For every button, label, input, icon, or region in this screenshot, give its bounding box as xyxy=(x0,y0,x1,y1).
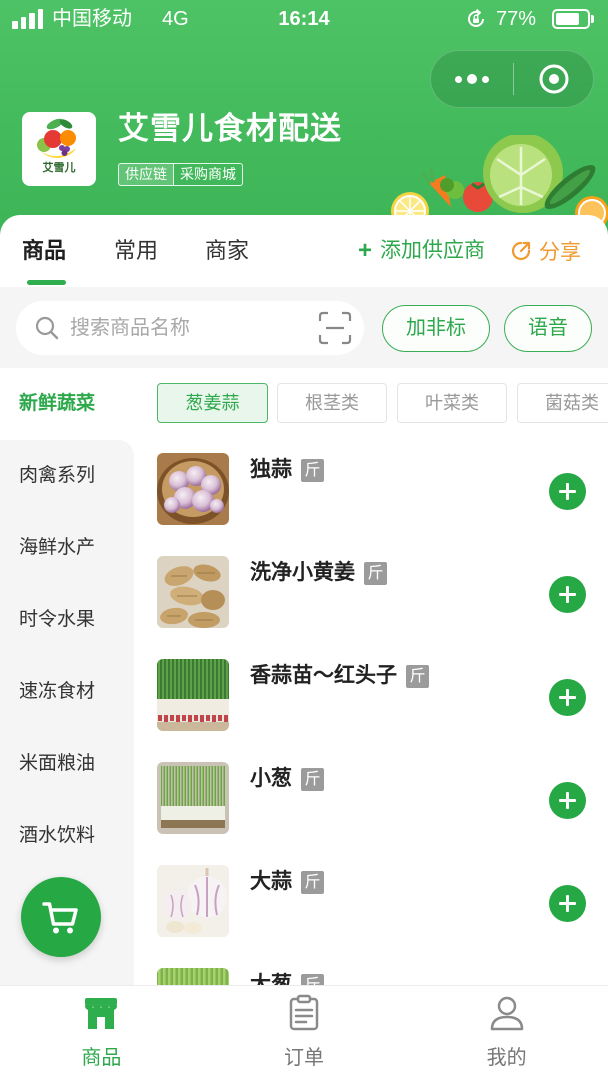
product-name-text: 小葱 xyxy=(250,767,292,790)
add-supplier-label: 添加供应商 xyxy=(380,239,486,262)
search-placeholder: 搜索商品名称 xyxy=(70,317,190,339)
chip-root-vegetables[interactable]: 根茎类 xyxy=(277,383,387,423)
subcategory-chips: 葱姜蒜 根茎类 叶菜类 菌菇类 xyxy=(157,383,608,423)
share-button[interactable]: 分享 xyxy=(510,236,581,266)
product-name-text: 大葱 xyxy=(250,973,292,985)
bottom-navigation: 商品 订单 我的 xyxy=(0,985,608,1079)
battery-nub xyxy=(591,15,594,23)
active-tab-indicator xyxy=(27,280,66,285)
add-nonstandard-button[interactable]: 加非标 xyxy=(382,305,490,352)
rotation-lock-icon xyxy=(468,9,484,27)
nav-profile[interactable]: 我的 xyxy=(405,986,608,1079)
logo-text: 艾雪儿 xyxy=(42,162,76,174)
miniprogram-capsule xyxy=(430,50,594,108)
product-name: 小葱 斤 xyxy=(250,765,324,793)
status-time: 16:14 xyxy=(278,8,330,30)
tab-frequent[interactable]: 常用 xyxy=(114,236,158,266)
nav-label: 订单 xyxy=(284,1047,324,1069)
sidebar-item-seasonal-fruit[interactable]: 时令水果 xyxy=(0,584,134,656)
product-name-text: 洗净小黄姜 xyxy=(250,561,355,584)
product-name-text: 独蒜 xyxy=(250,458,292,481)
store-logo: 艾雪儿 xyxy=(22,112,96,186)
more-dots-icon[interactable] xyxy=(431,51,513,107)
sidebar-item-drinks[interactable]: 酒水饮料 xyxy=(0,800,134,872)
product-image xyxy=(157,453,229,525)
chip-leafy-vegetables[interactable]: 叶菜类 xyxy=(397,383,507,423)
sidebar-item-seafood[interactable]: 海鲜水产 xyxy=(0,512,134,584)
carrier-name: 中国移动 xyxy=(52,8,132,30)
product-image xyxy=(157,762,229,834)
product-name: 独蒜 斤 xyxy=(250,456,324,484)
product-name: 大葱 斤 xyxy=(250,971,324,985)
signal-icon xyxy=(12,9,46,29)
product-panel: 葱姜蒜 根茎类 叶菜类 菌菇类 独蒜 斤 洗净小黄姜 斤 香蒜苗～红头子 斤 小… xyxy=(134,368,608,985)
cart-button[interactable] xyxy=(21,877,101,957)
add-to-cart-button[interactable] xyxy=(549,679,586,716)
sidebar-item-frozen-food[interactable]: 速冻食材 xyxy=(0,656,134,728)
product-row[interactable]: 大葱 斤 xyxy=(157,968,608,985)
unit-badge: 斤 xyxy=(301,767,324,791)
product-row[interactable]: 大蒜 斤 xyxy=(157,865,608,968)
tab-products[interactable]: 商品 xyxy=(22,236,66,266)
store-icon xyxy=(85,998,118,1029)
battery-level xyxy=(556,13,580,25)
clipboard-icon xyxy=(289,994,319,1031)
search-icon xyxy=(35,316,59,340)
tab-merchants[interactable]: 商家 xyxy=(205,236,249,266)
add-supplier-button[interactable]: + 添加供应商 xyxy=(358,236,485,266)
sidebar-item-fresh-vegetables[interactable]: 新鲜蔬菜 xyxy=(0,368,134,440)
unit-badge: 斤 xyxy=(301,973,324,985)
product-name: 洗净小黄姜 斤 xyxy=(250,559,387,587)
add-to-cart-button[interactable] xyxy=(549,782,586,819)
product-row[interactable]: 小葱 斤 xyxy=(157,762,608,865)
battery-percent: 77% xyxy=(496,8,537,30)
nav-label: 我的 xyxy=(486,1047,527,1069)
close-target-icon[interactable] xyxy=(514,51,594,107)
product-name-text: 大蒜 xyxy=(250,870,292,893)
product-row[interactable]: 独蒜 斤 xyxy=(157,453,608,556)
add-to-cart-button[interactable] xyxy=(549,885,586,922)
add-to-cart-button[interactable] xyxy=(549,473,586,510)
sidebar-item-grain-oil[interactable]: 米面粮油 xyxy=(0,728,134,800)
chip-mushrooms[interactable]: 菌菇类 xyxy=(517,383,608,423)
store-tags: 供应链 采购商城 xyxy=(118,163,243,186)
product-name: 香蒜苗～红头子 斤 xyxy=(250,662,429,690)
product-row[interactable]: 洗净小黄姜 斤 xyxy=(157,556,608,659)
product-image xyxy=(157,659,229,731)
network-type: 4G xyxy=(162,8,189,30)
store-name: 艾雪儿食材配送 xyxy=(118,111,342,146)
product-name: 大蒜 斤 xyxy=(250,868,324,896)
plus-icon: + xyxy=(358,237,373,264)
product-image xyxy=(157,968,229,985)
unit-badge: 斤 xyxy=(406,664,429,688)
tag-supply-chain: 供应链 xyxy=(118,163,174,186)
user-icon xyxy=(490,996,523,1031)
voice-search-button[interactable]: 语音 xyxy=(504,305,592,352)
product-row[interactable]: 香蒜苗～红头子 斤 xyxy=(157,659,608,762)
unit-badge: 斤 xyxy=(364,561,387,585)
battery-icon xyxy=(552,9,590,29)
nav-orders[interactable]: 订单 xyxy=(203,986,406,1079)
nav-label: 商品 xyxy=(81,1047,122,1069)
unit-badge: 斤 xyxy=(301,870,324,894)
product-image xyxy=(157,865,229,937)
share-icon xyxy=(511,241,531,261)
tag-procurement-mall: 采购商城 xyxy=(174,163,243,186)
share-label: 分享 xyxy=(539,241,581,264)
product-name-text: 香蒜苗～红头子 xyxy=(250,664,397,687)
cart-icon xyxy=(42,902,78,934)
nav-products[interactable]: 商品 xyxy=(0,986,203,1079)
scan-icon[interactable] xyxy=(318,311,352,345)
add-to-cart-button[interactable] xyxy=(549,576,586,613)
unit-badge: 斤 xyxy=(301,458,324,482)
chip-onion-ginger-garlic[interactable]: 葱姜蒜 xyxy=(157,383,268,423)
sidebar-item-meat-poultry[interactable]: 肉禽系列 xyxy=(0,440,134,512)
product-image xyxy=(157,556,229,628)
search-input[interactable] xyxy=(16,301,364,355)
